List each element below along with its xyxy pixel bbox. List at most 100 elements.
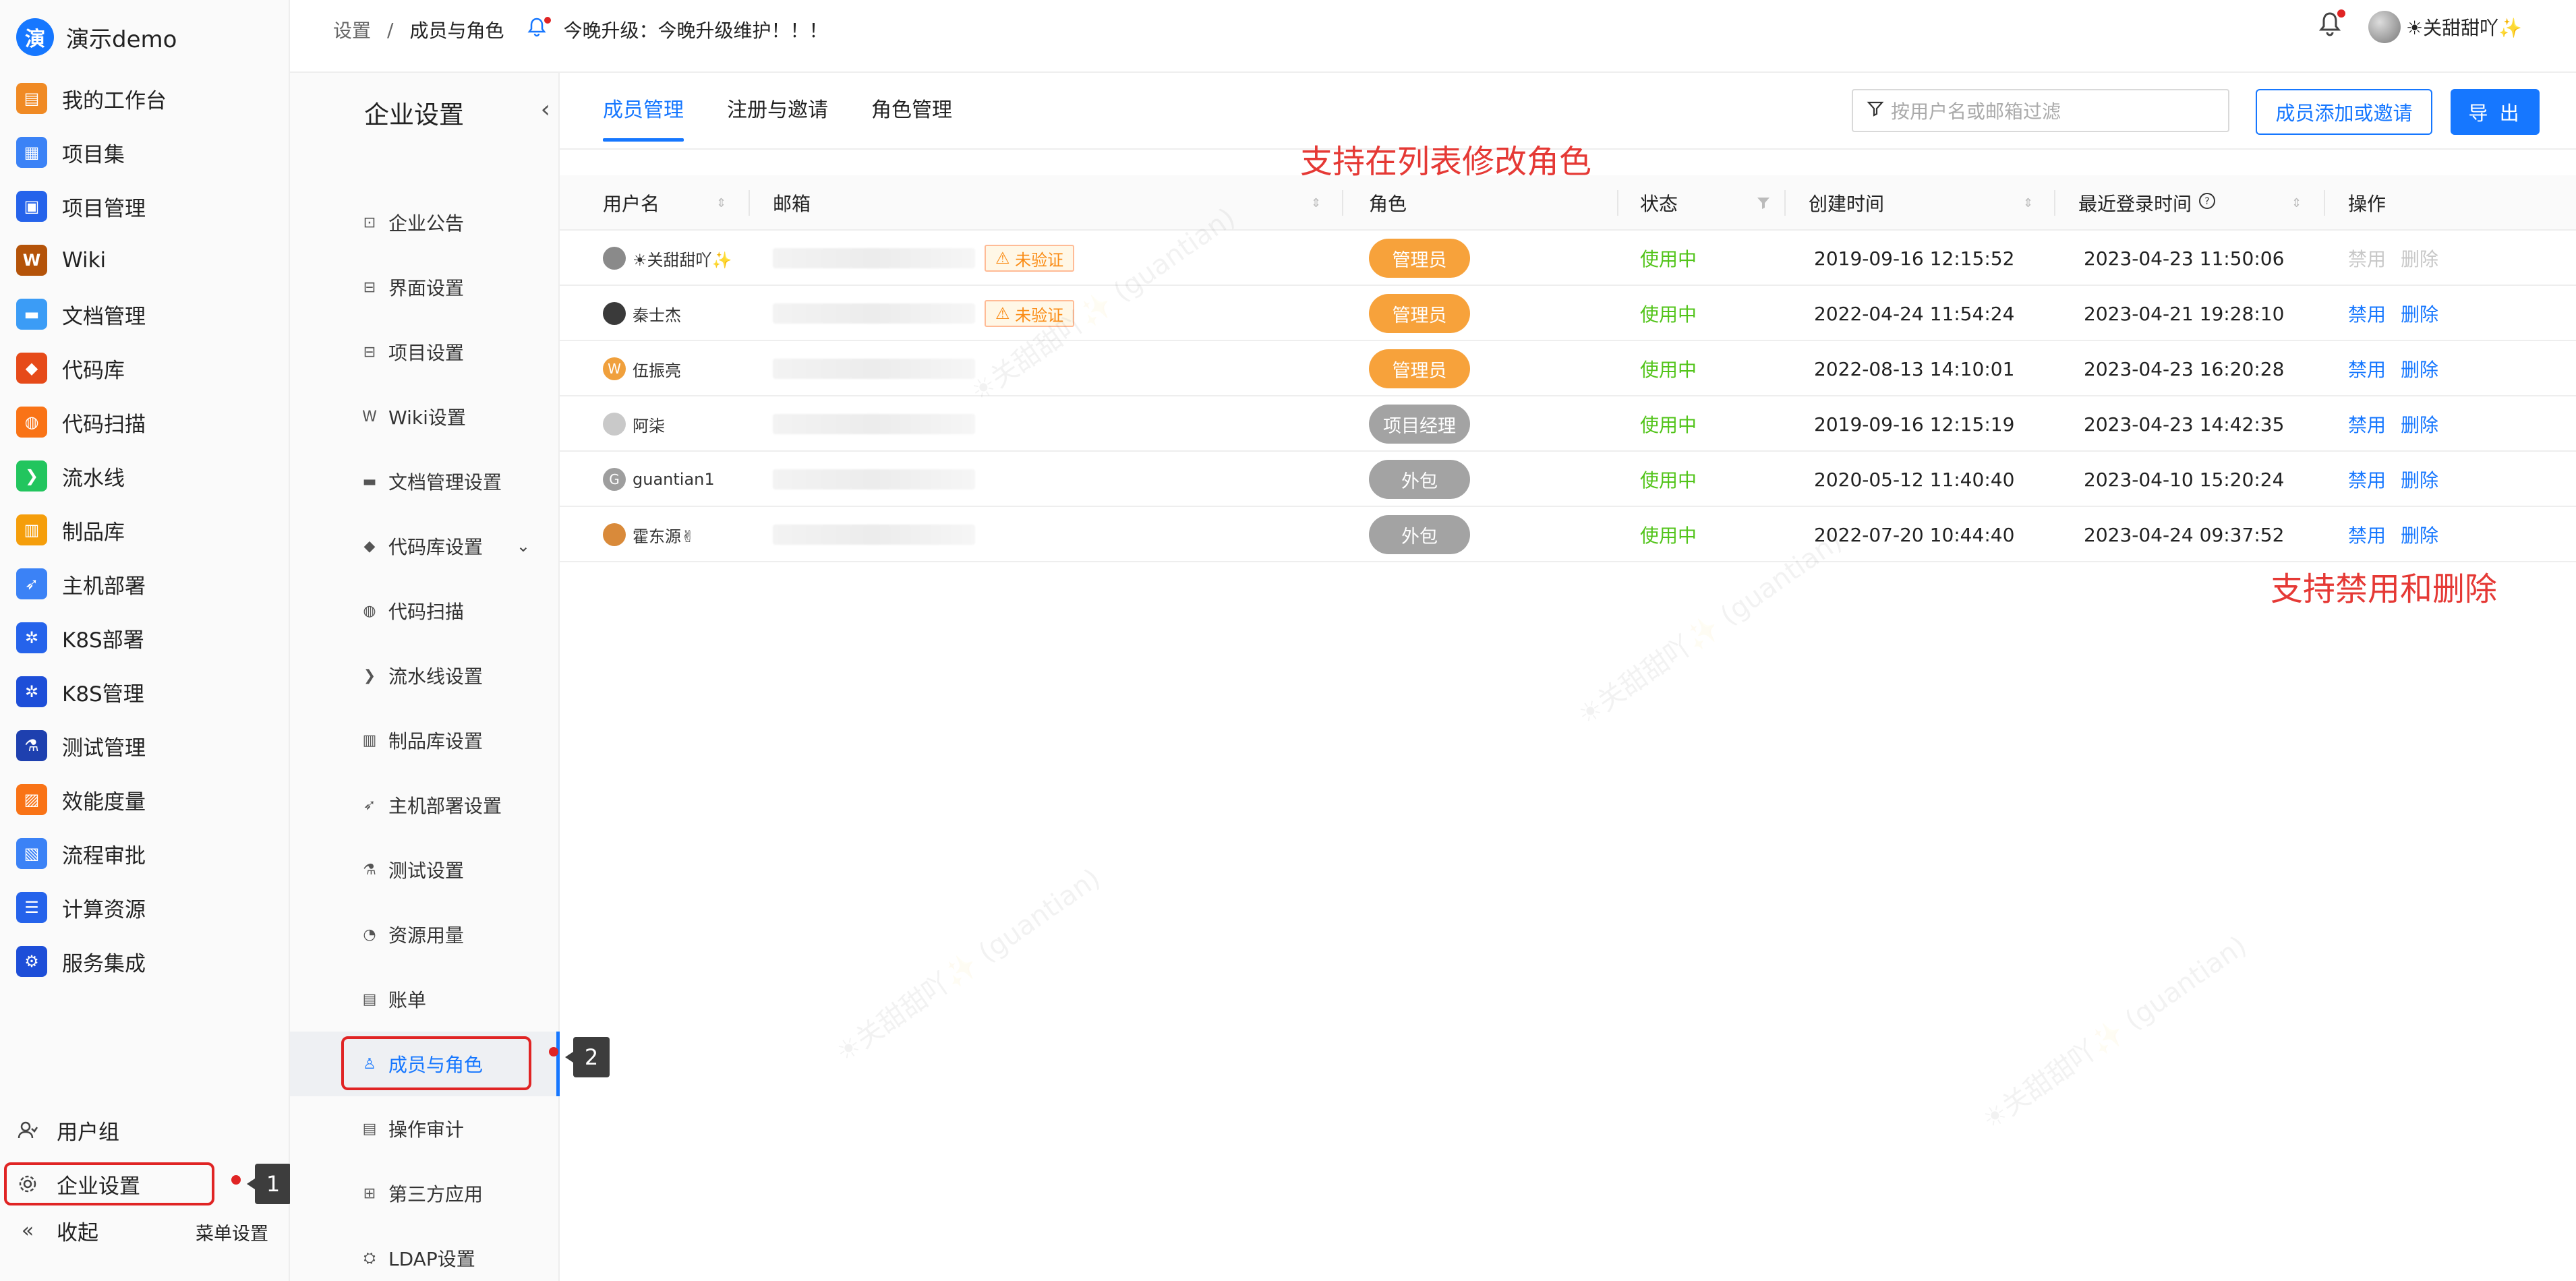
last-login-time: 2023-04-23 11:50:06 (2084, 247, 2285, 270)
host-deploy-settings-icon: ➶ (363, 796, 376, 814)
col-username[interactable]: 用户名 (603, 175, 660, 231)
sort-created-icon[interactable]: ⇕ (2023, 175, 2033, 231)
role-select[interactable]: 管理员 (1369, 294, 1470, 333)
nav-item-label: 流程审批 (62, 843, 146, 868)
disable-button[interactable]: 禁用 (2348, 521, 2386, 548)
settings-menu-item[interactable]: ▤ 操作审计 (290, 1096, 560, 1161)
delete-button[interactable]: 删除 (2401, 521, 2438, 548)
nav-user-group[interactable]: 用户组 (0, 1106, 290, 1154)
nav-item[interactable]: ✲ K8S管理 (0, 665, 290, 719)
notification-bell-icon[interactable] (2318, 9, 2346, 43)
settings-title: 企业设置 (364, 100, 464, 129)
role-select[interactable]: 外包 (1369, 515, 1470, 554)
rocket-icon: ➶ (16, 568, 47, 599)
help-icon[interactable]: ? (2198, 192, 2216, 214)
nav-item[interactable]: ❯ 流水线 (0, 449, 290, 503)
nav-item[interactable]: ▨ 效能度量 (0, 773, 290, 827)
nav-item[interactable]: ▬ 文档管理 (0, 287, 290, 341)
project-management-icon: ▣ (16, 191, 47, 222)
col-email[interactable]: 邮箱 (773, 175, 811, 231)
nav-item[interactable]: ▤ 我的工作台 (0, 71, 290, 125)
brand[interactable]: 演 演示demo (16, 15, 177, 59)
sort-email-icon[interactable]: ⇕ (1311, 175, 1321, 231)
role-select[interactable]: 外包 (1369, 460, 1470, 499)
role-select[interactable]: 项目经理 (1369, 405, 1470, 444)
table-row: G guantian1 外包 使用中 2020-05-12 11:40:40 2… (560, 452, 2576, 507)
member-name: 阿柒 (633, 416, 665, 436)
export-button[interactable]: 导 出 (2451, 89, 2540, 135)
integration-icon: ⚙ (16, 946, 47, 977)
nav-item[interactable]: ✲ K8S部署 (0, 611, 290, 665)
disable-button[interactable]: 禁用 (2348, 411, 2386, 438)
settings-menu-item[interactable]: ▥ 制品库设置 (290, 708, 560, 773)
tab-member-management[interactable]: 成员管理 (603, 93, 684, 142)
tab-register-invite[interactable]: 注册与邀请 (727, 93, 828, 142)
nav-item[interactable]: ◍ 代码扫描 (0, 395, 290, 449)
nav-item[interactable]: ➶ 主机部署 (0, 557, 290, 611)
settings-menu-label: 主机部署设置 (388, 795, 502, 817)
notice-bell-icon[interactable] (527, 17, 552, 42)
cell-last-login: 2023-04-23 16:20:28 (2084, 341, 2284, 396)
tab-role-management[interactable]: 角色管理 (871, 93, 952, 142)
settings-menu-item[interactable]: ◔ 资源用量 (290, 902, 560, 967)
disable-button[interactable]: 禁用 (2348, 466, 2386, 493)
settings-menu-item[interactable]: ⊟ 项目设置 (290, 320, 560, 384)
settings-menu-item[interactable]: ⊟ 界面设置 (290, 255, 560, 320)
delete-button[interactable]: 删除 (2401, 466, 2438, 493)
nav-item[interactable]: ⚙ 服务集成 (0, 934, 290, 988)
col-username-label: 用户名 (603, 193, 660, 215)
settings-menu-item[interactable]: ⛭ LDAP设置 (290, 1226, 560, 1281)
col-created[interactable]: 创建时间 (1809, 175, 1884, 231)
settings-menu-label: LDAP设置 (388, 1248, 475, 1270)
cell-email: ⚠ 未验证 (773, 286, 1075, 341)
settings-menu-item[interactable]: ➶ 主机部署设置 (290, 773, 560, 837)
disable-button[interactable]: 禁用 (2348, 245, 2386, 272)
nav-item[interactable]: W Wiki (0, 233, 290, 287)
chevron-down-icon[interactable]: ⌄ (517, 537, 530, 556)
nav-item-label: 我的工作台 (62, 88, 167, 113)
nav-item[interactable]: ▣ 项目管理 (0, 179, 290, 233)
settings-menu-item[interactable]: ◆ 代码库设置 ⌄ (290, 514, 560, 578)
delete-button[interactable]: 删除 (2401, 355, 2438, 382)
disable-button[interactable]: 禁用 (2348, 355, 2386, 382)
settings-menu-item[interactable]: ▤ 账单 (290, 967, 560, 1032)
nav-item[interactable]: ⚗ 测试管理 (0, 719, 290, 773)
role-select[interactable]: 管理员 (1369, 349, 1470, 388)
breadcrumb-settings[interactable]: 设置 (333, 16, 371, 43)
role-select[interactable]: 管理员 (1369, 239, 1470, 278)
col-last-login[interactable]: 最近登录时间 ? (2078, 175, 2216, 231)
status-filter-icon[interactable] (1756, 175, 1771, 231)
col-role: 角色 (1369, 175, 1407, 231)
breadcrumb: 设置 / 成员与角色 今晚升级：今晚升级维护！！！ (333, 16, 827, 43)
nav-item[interactable]: ▦ 项目集 (0, 125, 290, 179)
nav-item[interactable]: ▧ 流程审批 (0, 827, 290, 881)
settings-menu-item[interactable]: W Wiki设置 (290, 384, 560, 449)
member-filter-input[interactable]: 按用户名或邮箱过滤 (1852, 89, 2229, 132)
settings-menu-item[interactable]: ⊡ 企业公告 (290, 190, 560, 255)
settings-menu-label: 企业公告 (388, 212, 465, 235)
upgrade-notice[interactable]: 今晚升级：今晚升级维护！！！ (563, 16, 827, 43)
menu-settings-link[interactable]: 菜单设置 (196, 1219, 268, 1245)
delete-button[interactable]: 删除 (2401, 411, 2438, 438)
settings-menu-item[interactable]: ▬ 文档管理设置 (290, 449, 560, 514)
collapse-panel-icon[interactable]: ‹ (541, 96, 550, 123)
announcement-icon: ⊡ (363, 214, 376, 231)
settings-menu-item[interactable]: ❯ 流水线设置 (290, 643, 560, 708)
nav-item[interactable]: ▥ 制品库 (0, 503, 290, 557)
settings-menu-item[interactable]: ⚗ 测试设置 (290, 837, 560, 902)
nav-item[interactable]: ☰ 计算资源 (0, 881, 290, 934)
col-status[interactable]: 状态 (1640, 175, 1678, 231)
disable-button[interactable]: 禁用 (2348, 300, 2386, 327)
sort-last-login-icon[interactable]: ⇕ (2291, 175, 2302, 231)
add-invite-member-button[interactable]: 成员添加或邀请 (2256, 89, 2432, 135)
delete-button[interactable]: 删除 (2401, 300, 2438, 327)
flask-icon: ⚗ (16, 730, 47, 761)
delete-button[interactable]: 删除 (2401, 245, 2438, 272)
nav-item[interactable]: ◆ 代码库 (0, 341, 290, 395)
user-menu[interactable]: ☀关甜甜吖✨ (2368, 11, 2522, 43)
cell-username: W 伍振亮 (603, 341, 681, 396)
sort-username-icon[interactable]: ⇕ (716, 175, 726, 231)
top-right-tools: ☀关甜甜吖✨ (2318, 9, 2522, 43)
settings-menu-item[interactable]: ⊞ 第三方应用 (290, 1161, 560, 1226)
settings-menu-item[interactable]: ◍ 代码扫描 (290, 578, 560, 643)
